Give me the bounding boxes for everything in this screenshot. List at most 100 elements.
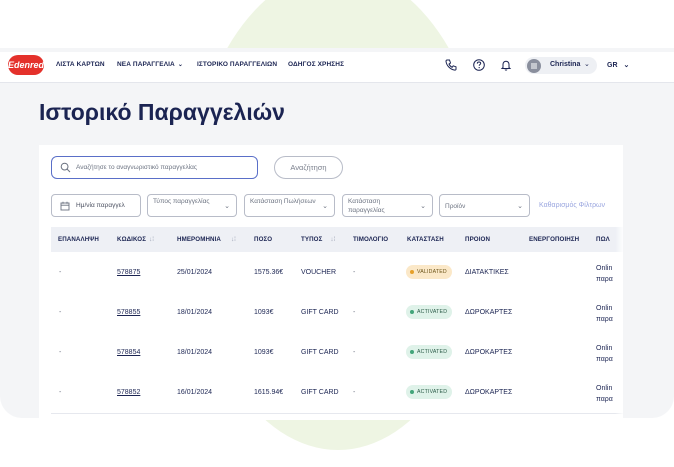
cell-sales: Onlin παρα [596,383,613,405]
status-badge-label: ACTIVATED [417,389,448,395]
cell-sales: Onlin παρα [596,343,613,365]
chevron-down-icon: ⌄ [224,203,230,210]
cell-repeat: - [59,269,62,276]
cell-product: ΔΩΡΟΚΑΡΤΕΣ [465,349,513,356]
status-dot-icon [410,350,414,354]
column-header-activation[interactable]: ΕΝΕΡΓΟΠΟΙΗΣΗ [529,236,579,243]
cell-sales: Onlin παρα [596,303,613,325]
table-row[interactable]: - 578875 25/01/2024 1575.36€ VOUCHER - V… [51,253,623,294]
order-code-link[interactable]: 578855 [117,309,140,316]
cell-sales-line1: Onlin [596,305,613,312]
cell-product: ΔΙΑΤΑΚΤΙΚΕΣ [465,269,509,276]
cell-date: 18/01/2024 [177,309,213,316]
user-name: Christina [550,61,581,68]
order-status-filter[interactable]: Κατάσταση παραγγελίας ⌄ [342,194,433,217]
cell-amount: 1615.94€ [254,389,284,396]
column-header-amount[interactable]: ΠΟΣΟ [254,236,272,243]
cell-product: ΔΩΡΟΚΑΡΤΕΣ [465,389,513,396]
nav-new-order-label: ΝΕΑ ΠΑΡΑΓΓΕΛΙΑ [117,61,175,68]
cell-date: 18/01/2024 [177,349,213,356]
sort-descending-icon: ↓⁞ [149,236,155,243]
sales-status-filter-label: Κατάσταση Πωλήσεων [250,198,316,205]
status-badge: ACTIVATED [406,345,453,359]
column-header-type[interactable]: ΤΥΠΟΣ ↓⁞ [301,236,335,243]
edenred-logo[interactable]: Edenred [8,55,44,75]
cell-sales: Onlin παρα [596,263,613,285]
table-row[interactable]: - 578854 18/01/2024 1093€ GIFT CARD - AC… [51,333,623,374]
column-header-product[interactable]: ΠΡΟΙΟΝ [465,236,490,243]
nav-new-order[interactable]: ΝΕΑ ΠΑΡΑΓΓΕΛΙΑ ⌄ [117,61,183,68]
status-badge-label: ACTIVATED [417,309,448,315]
sort-icon: ↓⁞ [230,236,236,243]
menu-lines-icon [531,63,537,68]
order-code-link[interactable]: 578854 [117,349,140,356]
order-code-link[interactable]: 578852 [117,389,140,396]
cell-sales-line2: παρα [596,316,613,323]
phone-icon[interactable] [444,58,458,72]
cell-amount: 1093€ [254,349,274,356]
status-dot-icon [410,270,414,274]
search-input[interactable] [76,160,254,175]
status-badge: ACTIVATED [406,385,453,399]
nav-card-list[interactable]: ΛΙΣΤΑ ΚΑΡΤΩΝ [56,61,105,68]
column-header-date-label: ΗΜΕΡΟΜΗΝΙΑ [177,236,221,243]
status-badge: VALIDATED [406,265,452,279]
horizontal-scroll-fade [615,227,623,417]
cell-product: ΔΩΡΟΚΑΡΤΕΣ [465,309,513,316]
cell-invoice: - [353,389,356,396]
cell-invoice: - [353,269,356,276]
cell-sales-line1: Onlin [596,345,613,352]
cell-type: GIFT CARD [301,389,339,396]
bell-icon[interactable] [499,58,513,72]
search-button[interactable]: Αναζήτηση [274,156,343,179]
cell-type: GIFT CARD [301,309,339,316]
cell-type: VOUCHER [301,269,337,276]
product-filter[interactable]: Προϊόν ⌄ [439,194,530,217]
cell-repeat: - [59,349,62,356]
status-badge-label: ACTIVATED [417,349,448,355]
chevron-down-icon: ⌄ [517,203,523,210]
column-header-code[interactable]: ΚΩΔΙΚΟΣ ↓⁞ [117,236,154,243]
date-filter-label: Ημ/νία παραγγελ [76,202,125,209]
cell-invoice: - [353,309,356,316]
chevron-down-icon: ⌄ [322,203,328,210]
status-badge-label: VALIDATED [417,269,447,275]
column-header-invoice[interactable]: ΤΙΜΟΛΟΓΙΟ [353,236,388,243]
column-header-date[interactable]: ΗΜΕΡΟΜΗΝΙΑ ↓⁞ [177,236,236,243]
order-code-link[interactable]: 578875 [117,269,140,276]
avatar [527,58,541,73]
table-row[interactable]: - 578855 18/01/2024 1093€ GIFT CARD - AC… [51,293,623,334]
cell-amount: 1575.36€ [254,269,284,276]
date-filter[interactable]: Ημ/νία παραγγελ [51,194,141,217]
page-title: Ιστορικό Παραγγελιών [39,99,285,125]
help-icon[interactable] [472,58,486,72]
column-header-sales[interactable]: ΠΩΛ [596,236,610,243]
chevron-down-icon: ⌄ [584,61,590,68]
status-badge: ACTIVATED [406,305,453,319]
cell-repeat: - [59,389,62,396]
order-type-filter-label: Τύπος παραγγελίας [153,198,210,205]
cell-amount: 1093€ [254,309,274,316]
search-field[interactable] [51,156,258,179]
column-header-repeat[interactable]: ΕΠΑΝΑΛΗΨΗ [58,236,99,243]
nav-order-history[interactable]: ΙΣΤΟΡΙΚΟ ΠΑΡΑΓΓΕΛΙΩΝ [197,61,277,68]
sales-status-filter[interactable]: Κατάσταση Πωλήσεων ⌄ [244,194,335,217]
table-row[interactable]: - 578852 16/01/2024 1615.94€ GIFT CARD -… [51,373,623,414]
chevron-down-icon: ⌄ [177,62,183,68]
table-header: ΕΠΑΝΑΛΗΨΗ ΚΩΔΙΚΟΣ ↓⁞ ΗΜΕΡΟΜΗΝΙΑ ↓⁞ ΠΟΣΟ ΤΥ… [51,227,623,252]
calendar-icon [60,201,70,211]
user-menu[interactable]: Christina ⌄ [525,57,597,74]
chevron-down-icon: ⌄ [623,62,630,69]
clear-filters-link[interactable]: Καθαρισμός Φίλτρων [539,202,605,209]
order-type-filter[interactable]: Τύπος παραγγελίας ⌄ [147,194,237,217]
column-header-type-label: ΤΥΠΟΣ [301,236,323,243]
column-header-status[interactable]: ΚΑΤΑΣΤΑΣΗ [407,236,444,243]
cell-date: 16/01/2024 [177,389,213,396]
sort-icon: ↓⁞ [330,236,336,243]
cell-sales-line1: Onlin [596,265,613,272]
order-status-filter-label: Κατάσταση παραγγελίας [348,198,385,214]
language-selector[interactable]: GR ⌄ [607,61,629,69]
cell-sales-line2: παρα [596,396,613,403]
nav-user-guide[interactable]: ΟΔΗΓΟΣ ΧΡΗΣΗΣ [288,61,344,68]
cell-sales-line1: Onlin [596,385,613,392]
